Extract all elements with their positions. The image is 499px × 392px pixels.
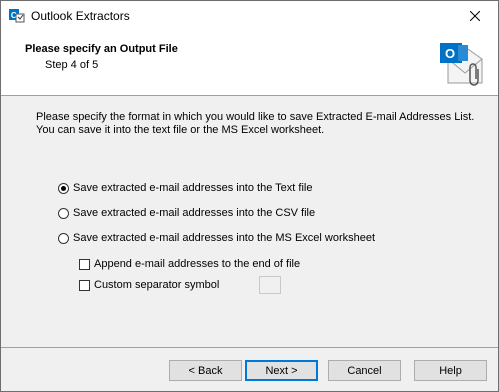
step-indicator: Step 4 of 5 [45, 59, 99, 71]
close-button[interactable] [452, 1, 498, 31]
checkbox-box[interactable] [79, 258, 90, 270]
checkbox-custom-separator[interactable]: Custom separator symbol [79, 279, 219, 291]
svg-text:O: O [445, 46, 455, 61]
footer-divider [1, 347, 498, 348]
checkbox-append[interactable]: Append e-mail addresses to the end of fi… [79, 258, 300, 270]
wizard-header: Please specify an Output File Step 4 of … [1, 31, 498, 96]
next-button[interactable]: Next > [245, 360, 318, 381]
outlook-extractor-app-icon: O [9, 8, 25, 24]
page-title: Please specify an Output File [25, 43, 178, 55]
window-title: Outlook Extractors [31, 9, 130, 23]
radio-label[interactable]: Save extracted e-mail addresses into the… [73, 207, 315, 219]
separator-symbol-input[interactable] [259, 276, 281, 294]
outlook-attachment-icon: O [438, 37, 488, 89]
radio-button[interactable] [58, 232, 69, 244]
wizard-window: O Outlook Extractors Please specify an O… [0, 0, 499, 392]
radio-csv-file[interactable]: Save extracted e-mail addresses into the… [58, 207, 315, 219]
back-button[interactable]: < Back [169, 360, 242, 381]
help-button[interactable]: Help [414, 360, 487, 381]
radio-selected-dot [61, 185, 66, 191]
radio-label[interactable]: Save extracted e-mail addresses into the… [73, 232, 375, 244]
radio-label[interactable]: Save extracted e-mail addresses into the… [73, 182, 312, 194]
radio-button[interactable] [58, 182, 69, 194]
radio-button[interactable] [58, 207, 69, 219]
cancel-button[interactable]: Cancel [328, 360, 401, 381]
title-bar: O Outlook Extractors [1, 1, 498, 31]
description-line-2: You can save it into the text file or th… [36, 124, 325, 136]
description-text: Please specify the format in which you w… [36, 111, 476, 137]
close-icon [470, 11, 480, 21]
checkbox-label[interactable]: Custom separator symbol [94, 279, 219, 291]
radio-excel-worksheet[interactable]: Save extracted e-mail addresses into the… [58, 232, 375, 244]
checkbox-box[interactable] [79, 279, 90, 291]
description-line-1: Please specify the format in which you w… [36, 111, 475, 123]
checkbox-label[interactable]: Append e-mail addresses to the end of fi… [94, 258, 300, 270]
radio-text-file[interactable]: Save extracted e-mail addresses into the… [58, 182, 312, 194]
